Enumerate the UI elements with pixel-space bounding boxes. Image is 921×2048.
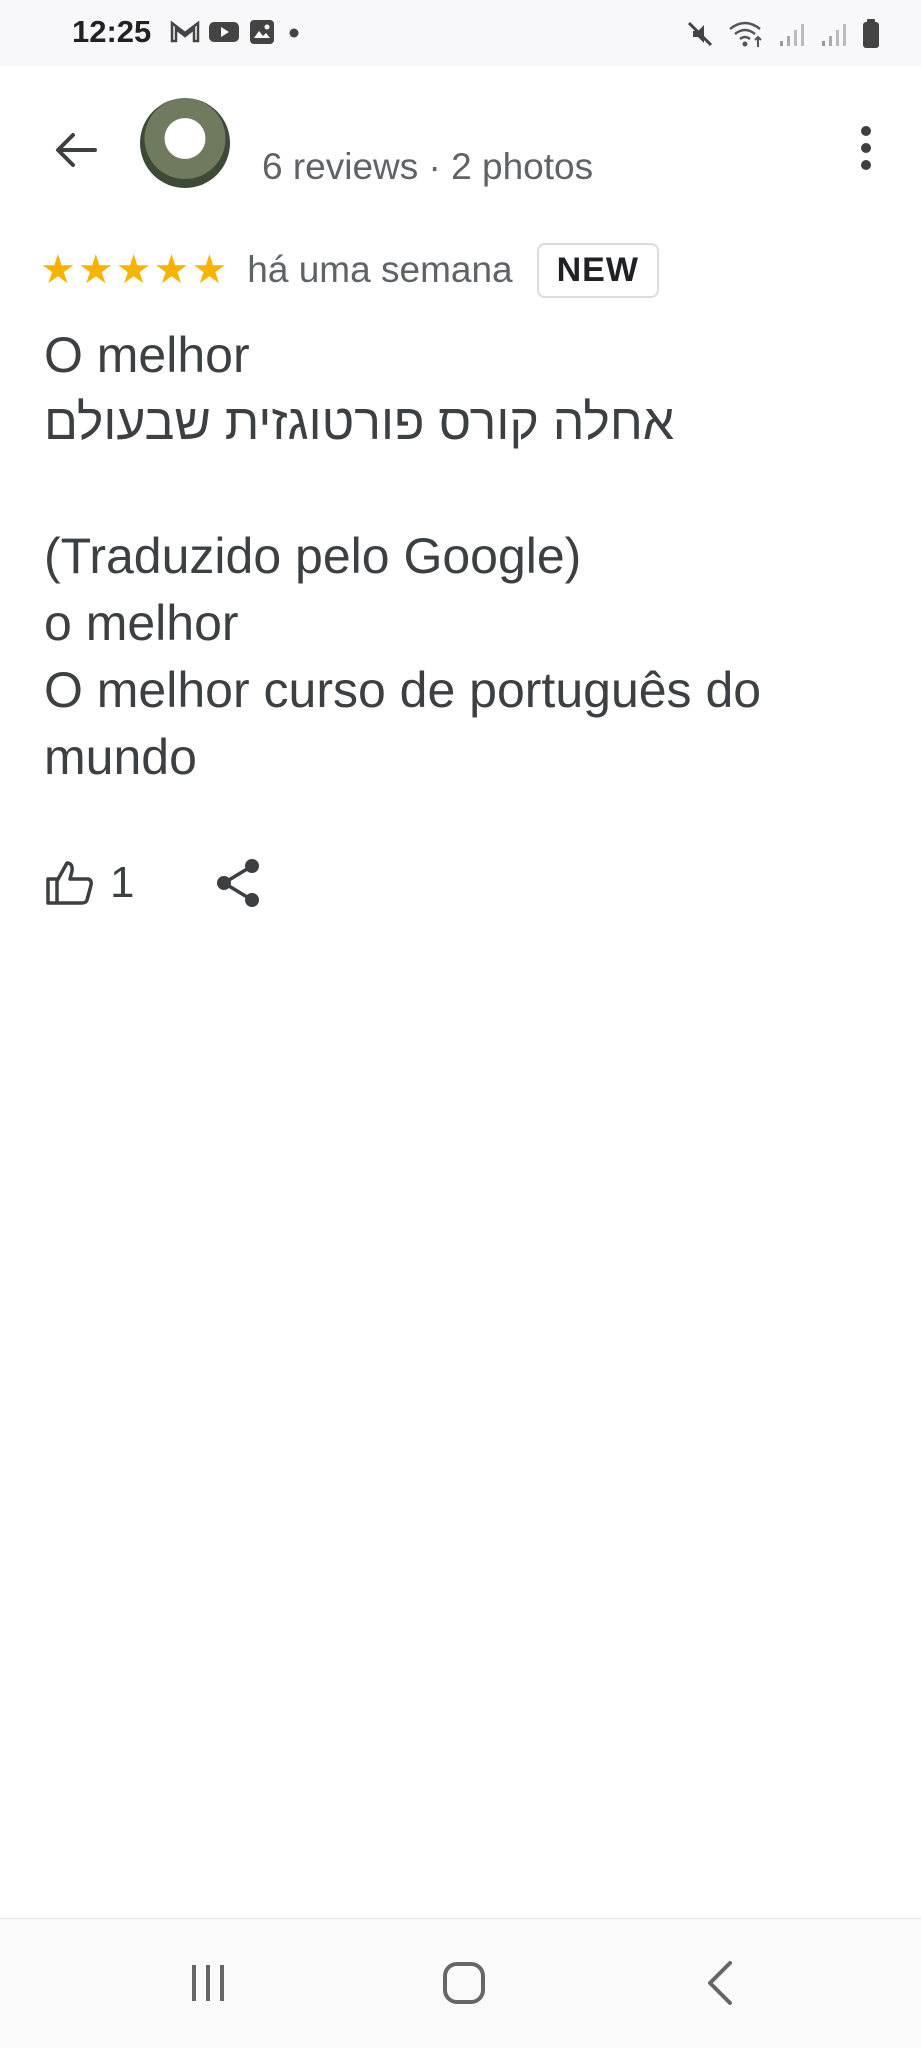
thumb-up-icon: [46, 861, 93, 905]
system-nav-bar: [0, 1918, 921, 2048]
reviewer-meta: 6 reviews · 2 photos: [262, 146, 594, 187]
chevron-left-icon: [708, 1961, 732, 2005]
more-options-button[interactable]: [841, 116, 891, 180]
status-time: 12:25: [72, 14, 152, 49]
dot-icon: [289, 28, 299, 38]
new-badge: NEW: [536, 242, 659, 298]
youtube-icon: [209, 22, 239, 42]
arrow-left-icon: [56, 133, 97, 167]
more-vert-icon: [861, 126, 871, 170]
like-count: 1: [110, 858, 135, 907]
review-text: O melhor אחלה קורס פורטוגזית שבעולם (Tra…: [44, 322, 884, 791]
signal-icon: [822, 24, 846, 46]
review-time: há uma semana: [247, 249, 513, 290]
signal-icon: [780, 24, 804, 46]
review-line-blank: [44, 456, 884, 523]
star-icon: ★: [191, 248, 228, 292]
rating-row: ★ ★ ★ ★ ★ há uma semana NEW: [40, 240, 659, 300]
home-icon: [443, 1962, 485, 2004]
gmail-icon: [170, 20, 200, 43]
status-bar: 12:25: [0, 0, 921, 66]
review-header: 6 reviews · 2 photos: [0, 90, 921, 200]
share-button[interactable]: [214, 857, 262, 909]
system-icons: [685, 18, 881, 50]
mute-icon: [687, 21, 713, 47]
back-button[interactable]: [44, 118, 108, 182]
home-button[interactable]: [440, 1959, 488, 2012]
star-icon: ★: [115, 248, 152, 292]
notification-icons: [170, 18, 304, 46]
review-line-translated: mundo: [44, 729, 197, 785]
recent-apps-button[interactable]: [186, 1961, 230, 2010]
star-icon: ★: [40, 248, 76, 292]
review-line-translated: O melhor curso de português do: [44, 662, 762, 718]
like-button[interactable]: 1: [44, 857, 134, 909]
recent-apps-icon: [192, 1965, 224, 2001]
star-icon: ★: [77, 248, 114, 292]
wifi-icon: [729, 21, 762, 47]
review-line: O melhor: [44, 327, 250, 383]
review-actions: 1: [44, 848, 262, 918]
translation-label: (Traduzido pelo Google): [44, 528, 582, 584]
review-line-original: אחלה קורס פורטוגזית שבעולם: [44, 394, 675, 450]
gallery-icon: [250, 20, 274, 44]
share-icon: [217, 859, 260, 907]
star-rating: ★ ★ ★ ★ ★: [40, 250, 227, 290]
battery-icon: [863, 19, 879, 48]
review-line-translated: o melhor: [44, 595, 239, 651]
star-icon: ★: [153, 248, 190, 292]
avatar[interactable]: [140, 98, 230, 188]
nav-back-button[interactable]: [700, 1959, 740, 2012]
